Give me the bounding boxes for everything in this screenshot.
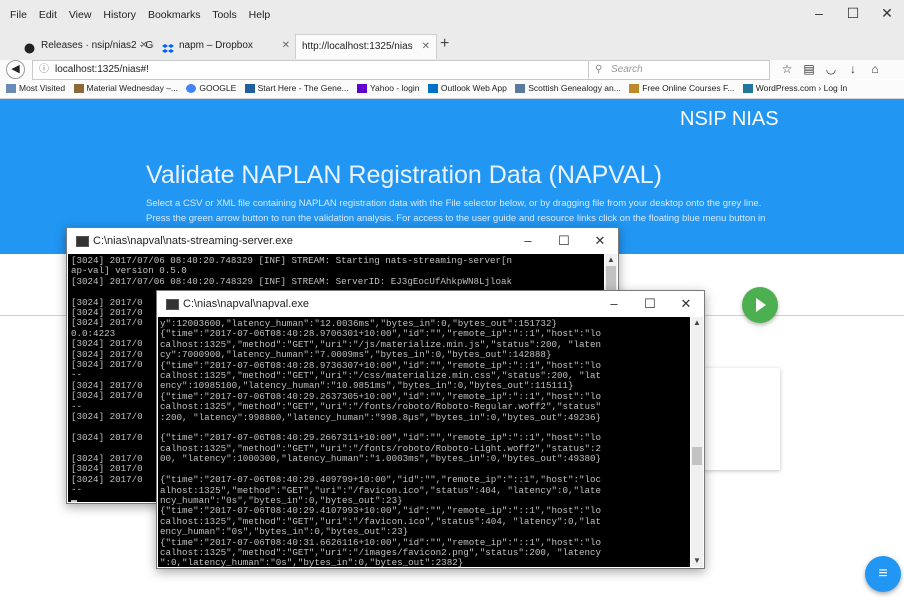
bookmark-label: GOOGLE [199,83,237,93]
page-title: Validate NAPLAN Registration Data (NAPVA… [146,161,662,189]
close-button[interactable]: ✕ [870,5,904,22]
back-button[interactable]: ◀ [6,60,25,79]
brand-logo[interactable]: NSIP NIAS [680,108,779,131]
bookmark-outlook[interactable]: Outlook Web App [427,80,507,97]
search-placeholder: Search [611,64,643,75]
minimize-button[interactable]: – [596,291,632,317]
page-description: Select a CSV or XML file containing NAPL… [146,198,762,209]
bookmark-most-visited[interactable]: Most Visited [6,80,65,97]
menu-bookmarks[interactable]: Bookmarks [148,9,201,21]
scroll-up-icon[interactable]: ▲ [691,317,703,329]
bookmark-favicon-icon [629,84,640,94]
pocket-icon[interactable]: ◡ [820,60,842,78]
console-line: ency_human":"0s","bytes_in":0,"bytes_out… [160,526,409,538]
menu-help[interactable]: Help [249,9,271,21]
bookmark-label: Material Wednesday –... [86,83,179,93]
scroll-down-icon[interactable]: ▼ [691,555,703,567]
console-line: :200, "latency":998800,"latency_human":"… [160,411,602,423]
bookmark-label: Yahoo - login [370,83,420,93]
bookmark-favicon-icon [244,84,255,94]
bookmark-wordpress[interactable]: WordPress.com › Log In [742,80,848,97]
maximize-button[interactable]: ☐ [632,291,668,317]
results-card [700,368,780,470]
bookmark-folder-icon [6,84,16,94]
menu-file[interactable]: File [10,9,27,21]
library-icon[interactable]: ▤ [798,60,820,78]
arrow-left-icon: ◀ [11,63,20,75]
search-icon: ⚲ [595,64,603,75]
bookmark-google[interactable]: GOOGLE [186,80,236,97]
console-line: [3024] 2017/07/06 08:40:20.748329 [INF] … [71,275,513,287]
maximize-button[interactable]: ☐ [836,5,870,22]
close-icon[interactable]: ✕ [282,34,290,58]
console-icon [166,299,179,310]
console-icon [76,236,89,247]
tab-localhost[interactable]: http://localhost:1325/nias ✕ [295,34,437,59]
menu-view[interactable]: View [69,9,92,21]
search-input[interactable]: ⚲ Search [588,60,770,80]
scroll-up-icon[interactable]: ▲ [605,254,617,266]
bookmark-label: Most Visited [19,83,66,93]
bookmark-scottish-genealogy[interactable]: Scottish Genealogy an... [515,80,621,97]
close-icon[interactable]: ✕ [422,35,430,59]
console-output: y":12003600,"latency_human":"12.0036ms",… [158,317,690,567]
console-line: {"time":"2017-07-06T08:40:29.409799+10:0… [160,474,602,486]
scroll-thumb[interactable] [692,447,702,465]
google-icon [186,84,197,94]
close-button[interactable]: ✕ [582,228,618,254]
scrollbar[interactable]: ▲ ▼ [691,317,703,567]
new-tab-button[interactable]: + [440,35,449,53]
menu-bar: File Edit View History Bookmarks Tools H… [0,0,904,30]
bookmark-label: Outlook Web App [440,83,507,93]
tab-github[interactable]: Releases · nsip/nias2 · GitHu ✕ [18,34,154,59]
bookmark-label: Free Online Courses F... [642,83,735,93]
bookmark-label: Scottish Genealogy an... [528,83,621,93]
console-line: ":0,"latency_human":"0s","bytes_in":0,"b… [160,557,464,567]
minimize-button[interactable]: – [510,228,546,254]
info-icon[interactable]: ⓘ [39,61,49,79]
floating-menu-button[interactable]: ≡ [865,556,901,592]
navigation-bar: ◀ ⓘ localhost:1325/nias#! ↻ ⚲ Search ☆▤◡… [0,60,904,94]
home-icon[interactable]: ⌂ [864,60,886,78]
minimize-button[interactable]: – [802,5,836,21]
outlook-icon [427,84,438,94]
menu-icon: ≡ [878,565,888,582]
url-text[interactable]: localhost:1325/nias#! [55,61,149,79]
tab-label: napm – Dropbox [179,40,253,51]
dropbox-icon [162,40,175,53]
console-line: 00, "latency":1000300,"latency_human":"1… [160,453,602,465]
bookmark-favicon-icon [515,84,526,94]
bookmark-star-icon[interactable]: ☆ [776,60,798,78]
window-title: C:\nias\napval\nats-streaming-server.exe [93,235,293,247]
tab-dropbox[interactable]: napm – Dropbox ✕ [156,34,296,59]
menu-edit[interactable]: Edit [39,9,57,21]
window-title-bar[interactable]: C:\nias\napval\napval.exe – ☐ ✕ [157,291,704,317]
bookmark-free-online-courses[interactable]: Free Online Courses F... [629,80,734,97]
menu-tools[interactable]: Tools [212,9,237,21]
bookmark-label: Start Here - The Gene... [257,83,349,93]
url-bar[interactable]: ⓘ localhost:1325/nias#! ↻ [32,60,606,80]
run-validation-button[interactable] [742,287,778,323]
bookmark-label: WordPress.com › Log In [755,83,848,93]
yahoo-icon [357,84,368,94]
tab-label: Releases · nsip/nias2 · GitHu [41,40,154,51]
close-button[interactable]: ✕ [668,291,704,317]
tab-label: http://localhost:1325/nias [302,41,413,52]
bookmark-start-here[interactable]: Start Here - The Gene... [244,80,349,97]
bookmark-yahoo[interactable]: Yahoo - login [357,80,419,97]
bookmark-favicon-icon [73,84,84,94]
github-icon [24,40,37,54]
bookmarks-toolbar: Most Visited Material Wednesday –... GOO… [0,80,904,99]
maximize-button[interactable]: ☐ [546,228,582,254]
wordpress-icon [742,84,753,94]
page-description: Press the green arrow button to run the … [146,213,766,224]
download-icon[interactable]: ↓ [842,60,864,78]
napval-console-window[interactable]: C:\nias\napval\napval.exe – ☐ ✕ y":1200360… [156,290,705,569]
close-icon[interactable]: ✕ [140,34,148,58]
bookmark-material-wednesday[interactable]: Material Wednesday –... [73,80,179,97]
tab-bar: Releases · nsip/nias2 · GitHu ✕ napm – D… [0,30,904,61]
window-title-bar[interactable]: C:\nias\napval\nats-streaming-server.exe… [67,228,618,254]
menu-history[interactable]: History [103,9,136,21]
window-title: C:\nias\napval\napval.exe [183,298,309,310]
